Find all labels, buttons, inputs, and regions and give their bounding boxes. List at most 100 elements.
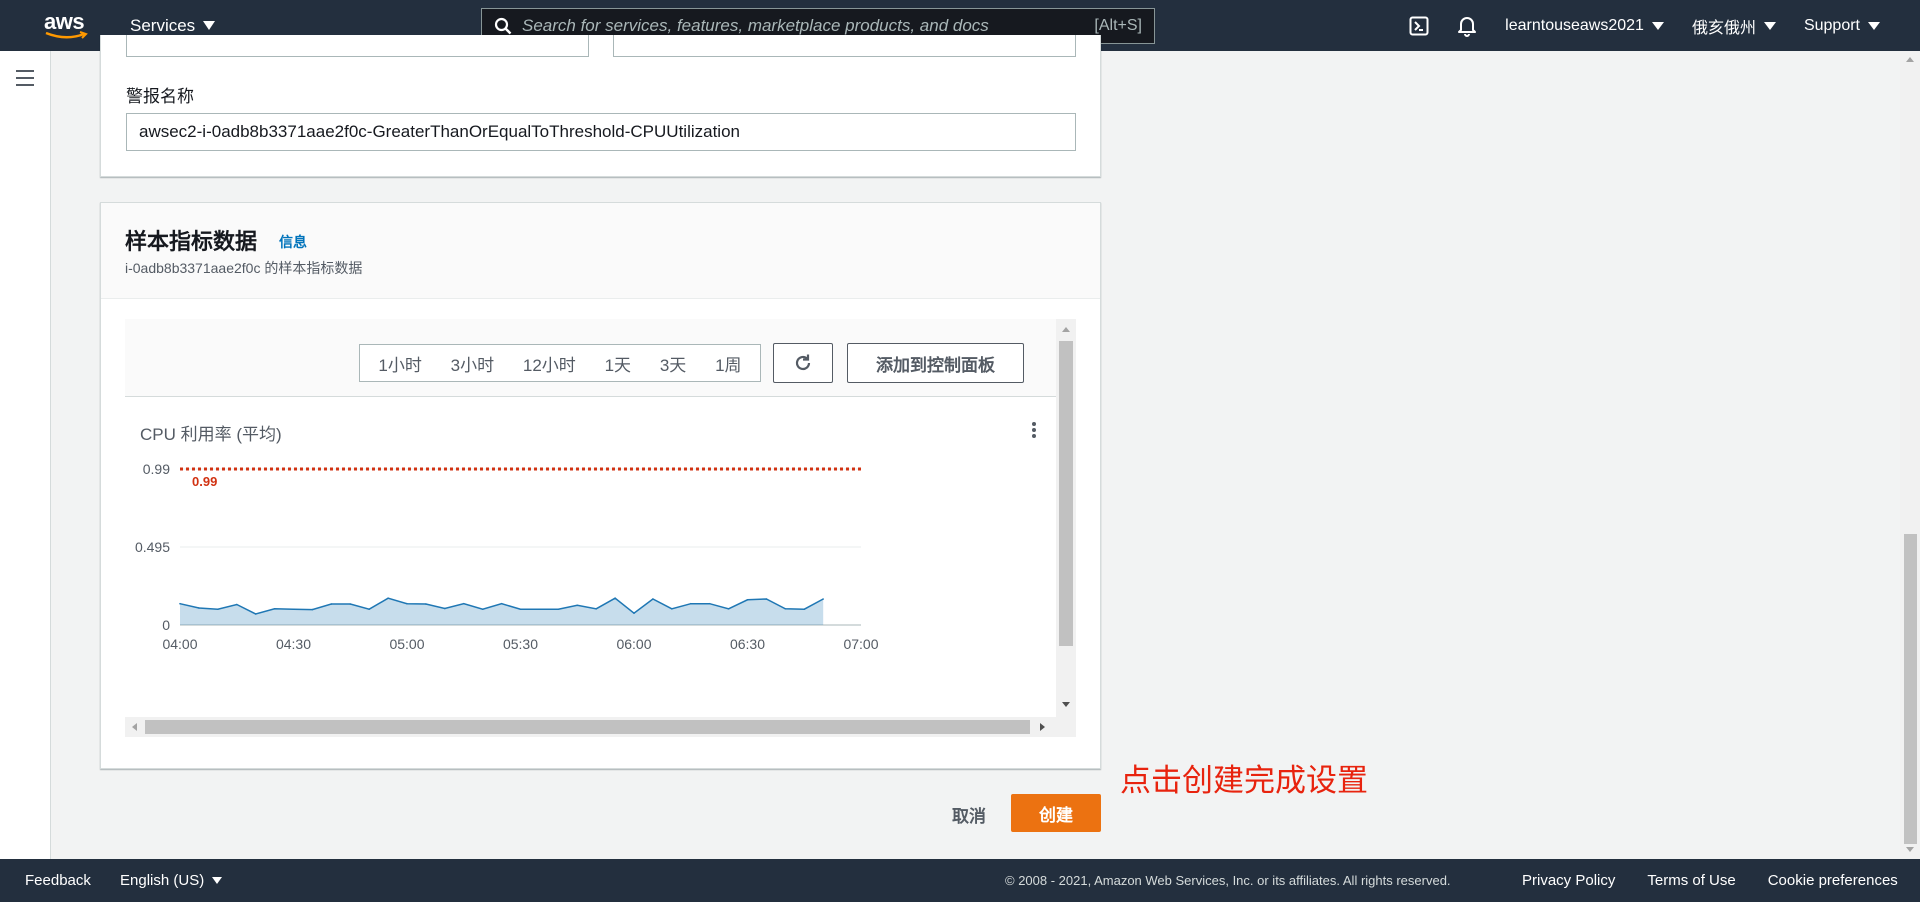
account-name: learntouseaws2021 [1505,16,1644,34]
y-tick-label: 0.495 [135,539,170,555]
account-menu[interactable]: learntouseaws2021 [1505,17,1664,35]
page-scrollbar[interactable] [1900,51,1920,859]
data-point [292,608,295,611]
privacy-policy-link[interactable]: Privacy Policy [1522,872,1615,889]
language-selector[interactable]: English (US) [120,872,223,889]
range-12h[interactable]: 12小时 [523,351,576,376]
range-1w[interactable]: 1周 [715,351,741,376]
support-menu[interactable]: Support [1804,17,1880,35]
cancel-button[interactable]: 取消 [936,799,1002,829]
data-point [519,608,522,611]
data-point [235,603,238,606]
region-menu[interactable]: 俄亥俄州 [1692,14,1776,38]
nav-right: learntouseaws2021 俄亥俄州 Support [1409,0,1880,51]
cookie-preferences-link[interactable]: Cookie preferences [1768,872,1898,889]
search-shortcut: [Alt+S] [1094,17,1142,34]
caret-down-icon [1763,21,1776,30]
search-input[interactable] [522,16,1095,36]
region-name: 俄亥俄州 [1691,19,1756,37]
graph-title: CPU 利用率 (平均) [140,425,282,444]
data-point [406,602,408,605]
data-point [727,607,730,610]
data-point [822,598,824,600]
scroll-left-icon[interactable] [132,723,137,731]
bell-icon [1458,16,1477,37]
data-point [671,607,673,610]
x-tick-label: 04:00 [162,636,197,652]
cloudshell-icon [1409,16,1429,35]
alarm-details-card: 警报名称 [100,35,1101,177]
graph-actions-icon[interactable] [1031,422,1037,440]
y-tick-label: 0 [162,617,170,633]
data-point [444,607,446,610]
sample-metric-header: 样本指标数据 信息 i-0adb8b3371aae2f0c 的样本指标数据 [101,203,1100,299]
terms-of-use-link[interactable]: Terms of Use [1647,872,1735,889]
feedback-link[interactable]: Feedback [25,872,91,889]
cpu-chart: 0.99 0 0.495 0.99 04:00 04:30 05:00 05:30 06:0… [135,461,879,652]
cloudshell-button[interactable] [1409,16,1429,36]
x-tick-label: 06:30 [730,636,765,652]
alarm-name-label: 警报名称 [126,87,194,106]
alarm-name-input[interactable] [126,113,1076,151]
sample-metric-card: 样本指标数据 信息 i-0adb8b3371aae2f0c 的样本指标数据 1小… [100,202,1101,769]
x-tick-label: 07:00 [843,636,878,652]
metric-graph-frame: 1小时 3小时 12小时 1天 3天 1周 添加到控制面板 CPU 利用率 (平… [125,319,1076,737]
scroll-thumb[interactable] [1904,534,1917,844]
data-point [689,602,692,605]
data-point [784,607,787,610]
annotation-text: 点击创建完成设置 [1120,763,1368,798]
data-point [765,598,768,600]
scroll-down-icon[interactable] [1906,847,1914,852]
create-button[interactable]: 创建 [1011,794,1101,832]
range-1d[interactable]: 1天 [605,351,631,376]
range-1h[interactable]: 1小时 [378,351,421,376]
data-point [652,598,654,600]
copyright-text: © 2008 - 2021, Amazon Web Services, Inc.… [1005,873,1451,888]
threshold-label: 0.99 [192,474,217,489]
data-point [273,607,276,610]
y-tick-label: 0.99 [143,461,170,477]
scroll-thumb[interactable] [145,720,1030,734]
refresh-icon [795,354,811,371]
data-point [538,608,541,611]
data-point [254,613,257,615]
data-point [708,602,711,605]
aws-logo[interactable]: aws [44,9,90,41]
graph-horizontal-scrollbar[interactable] [125,717,1056,737]
caret-down-icon [203,21,216,30]
caret-down-icon [212,877,223,884]
scroll-down-icon[interactable] [1062,702,1070,707]
refresh-button[interactable] [773,343,833,383]
data-point [746,598,749,601]
x-tick-label: 05:30 [503,636,538,652]
caret-down-icon [1651,21,1664,30]
scroll-thumb[interactable] [1059,341,1073,646]
data-point [576,604,579,607]
footer-links: Privacy Policy Terms of Use Cookie prefe… [1522,872,1898,889]
data-point [595,607,597,610]
data-point [803,608,806,611]
services-label: Services [130,15,196,35]
left-rail [0,51,51,859]
data-point [198,607,200,609]
data-point [614,597,616,600]
partial-input-right[interactable] [613,35,1076,57]
notifications-button[interactable] [1457,15,1477,37]
add-to-dashboard-button[interactable]: 添加到控制面板 [847,343,1024,383]
range-3h[interactable]: 3小时 [451,351,494,376]
range-3d[interactable]: 3天 [660,351,686,376]
scroll-right-icon[interactable] [1040,723,1045,731]
search-icon [494,17,512,35]
aws-smile-icon [45,31,88,39]
time-range-selector: 1小时 3小时 12小时 1天 3天 1周 [359,344,761,382]
graph-vertical-scrollbar[interactable] [1056,319,1076,737]
data-point [217,608,219,611]
scroll-up-icon[interactable] [1906,57,1914,62]
data-point [311,608,314,611]
partial-input-left[interactable] [126,35,589,57]
data-point [387,597,389,600]
scroll-up-icon[interactable] [1062,327,1070,332]
data-point [462,602,465,605]
menu-icon[interactable] [16,70,34,91]
info-link[interactable]: 信息 [279,232,307,252]
